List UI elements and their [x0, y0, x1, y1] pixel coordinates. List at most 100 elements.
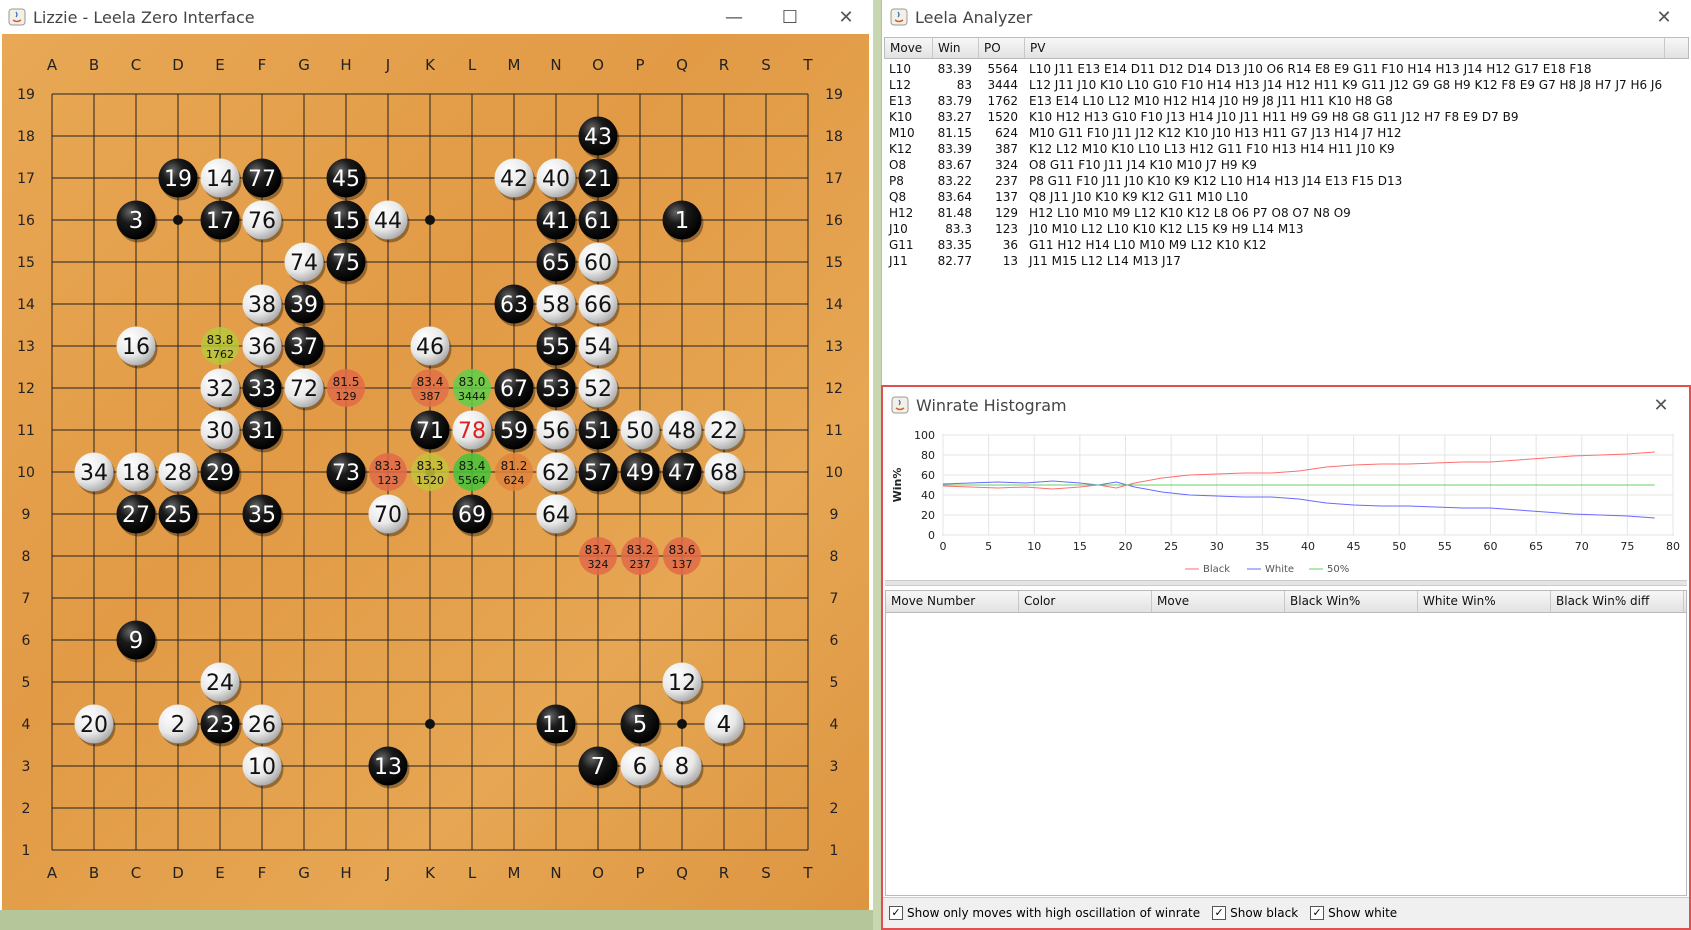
table-cell: 1762	[987, 94, 1018, 108]
table-cell: 83.22	[937, 174, 972, 188]
column-header[interactable]: Black Win%	[1285, 591, 1418, 612]
move-number: 7	[591, 754, 606, 780]
move-number: 40	[542, 167, 570, 192]
table-row[interactable]: L10 83.39 5564 L10 J11 E13 E14 D11 D12 D14 …	[884, 61, 1689, 77]
legend-label: Black	[1203, 564, 1230, 575]
move-number: 22	[710, 419, 738, 444]
show-white-checkbox[interactable]: ✓ Show white	[1310, 906, 1397, 920]
star-point	[425, 719, 435, 729]
table-row[interactable]: M10 81.15 624 M10 G11 F10 J11 J12 K12 K10 J…	[884, 125, 1689, 141]
table-row[interactable]: H12 81.48 129 H12 L10 M10 M9 L12 K10 K12 L8…	[884, 205, 1689, 221]
white-stone: 42	[494, 158, 536, 201]
move-number: 45	[332, 167, 360, 192]
table-row[interactable]: K10 83.27 1520 K10 H12 H13 G10 F10 J13 H14 …	[884, 109, 1689, 125]
show-black-checkbox[interactable]: ✓ Show black	[1212, 906, 1298, 920]
move-number: 71	[416, 419, 444, 444]
white-stone: 40	[536, 158, 578, 201]
move-number: 51	[584, 419, 612, 444]
column-header[interactable]: White Win%	[1418, 591, 1551, 612]
table-row[interactable]: E13 83.79 1762 E13 E14 L10 L12 M10 H12 H14 …	[884, 93, 1689, 109]
board-canvas[interactable]: AABBCCDDEEFFGGHHJJKKLLMMNNOOPPQQRRSSTT19…	[2, 34, 869, 910]
table-row[interactable]: L12 83 3444 L12 J11 J10 K10 L10 G10 F10 H14…	[884, 77, 1689, 93]
black-stone: 61	[578, 200, 620, 243]
move-number: 8	[675, 754, 690, 780]
white-stone: 70	[368, 494, 410, 537]
close-button[interactable]: ✕	[1633, 388, 1689, 422]
column-header[interactable]: PO	[979, 38, 1025, 58]
candidate-winrate: 83.7	[585, 543, 612, 557]
window-title: Leela Analyzer	[915, 7, 1033, 27]
move-number: 16	[122, 335, 150, 360]
row-label: 9	[22, 507, 31, 523]
history-table[interactable]: Move Number Color Move Black Win% White Win%…	[885, 590, 1687, 896]
white-stone: 22	[704, 410, 746, 453]
move-number: 6	[633, 754, 648, 780]
white-stone: 20	[74, 704, 116, 747]
move-number: 52	[584, 377, 612, 402]
column-header[interactable]: Black Win% diff	[1551, 591, 1684, 612]
column-header[interactable]: PV	[1025, 38, 1665, 58]
col-label: H	[340, 864, 351, 882]
row-label: 7	[830, 591, 839, 607]
close-button[interactable]: ✕	[818, 0, 874, 34]
move-number: 56	[542, 419, 570, 444]
table-cell: 387	[995, 142, 1018, 156]
white-stone: 8	[662, 746, 704, 789]
move-number: 64	[542, 503, 570, 528]
move-number: 46	[416, 335, 444, 360]
x-tick-label: 65	[1529, 540, 1543, 553]
column-header[interactable]: Move	[885, 38, 933, 58]
white-stone: 78	[452, 410, 494, 453]
black-stone: 51	[578, 410, 620, 453]
move-number: 77	[248, 167, 276, 192]
table-row[interactable]: J11 82.77 13 J11 M15 L12 L14 M13 J17	[884, 253, 1689, 269]
window-title: Lizzie - Leela Zero Interface	[33, 7, 255, 27]
maximize-button[interactable]: ☐	[762, 0, 818, 34]
move-number: 5	[633, 712, 648, 738]
move-number: 13	[374, 755, 402, 780]
minimize-button[interactable]: —	[706, 0, 762, 34]
col-label: Q	[676, 56, 688, 74]
histogram-titlebar[interactable]: Winrate Histogram ✕	[883, 387, 1689, 423]
go-board[interactable]: A A B B C C D D E E F F G G H H J J K K L L M M N N O O P P Q Q R R S S T T 19…	[2, 34, 869, 930]
analyzer-titlebar[interactable]: Leela Analyzer ✕	[882, 0, 1691, 34]
white-stone: 30	[200, 410, 242, 453]
table-row[interactable]: K12 83.39 387 K12 L12 M10 K10 L10 L13 H12 G…	[884, 141, 1689, 157]
table-cell: P8	[889, 174, 904, 188]
table-row[interactable]: J10 83.3 123 J10 M10 L12 L10 K10 K12 L15 K9…	[884, 221, 1689, 237]
col-label: F	[258, 864, 267, 882]
osc-checkbox[interactable]: ✓ Show only moves with high oscillation o…	[889, 906, 1200, 920]
column-header[interactable]: Color	[1019, 591, 1152, 612]
column-header[interactable]: Move	[1152, 591, 1285, 612]
col-label: D	[172, 56, 184, 74]
split-divider[interactable]	[885, 580, 1687, 586]
candidate-winrate: 83.3	[417, 459, 444, 473]
col-label: K	[425, 56, 436, 74]
col-label: O	[592, 56, 604, 74]
table-cell: 123	[995, 222, 1018, 236]
check-icon: ✓	[1310, 906, 1325, 920]
move-number: 12	[668, 671, 696, 696]
x-tick-label: 80	[1666, 540, 1680, 553]
close-button[interactable]: ✕	[1636, 0, 1691, 34]
white-stone: 46	[410, 326, 452, 369]
move-number: 74	[290, 251, 318, 276]
table-cell: 36	[1002, 238, 1018, 252]
table-row[interactable]: G11 83.35 36 G11 H12 H14 L10 M10 M9 L12 K10…	[884, 237, 1689, 253]
candidate-playouts: 137	[672, 558, 693, 571]
col-label: B	[89, 56, 99, 74]
table-row[interactable]: Q8 83.64 137 Q8 J11 J10 K10 K9 K12 G11 M10 …	[884, 189, 1689, 205]
candidate-playouts: 5564	[458, 474, 486, 487]
x-tick-label: 40	[1301, 540, 1315, 553]
move-number: 49	[626, 461, 654, 486]
column-header[interactable]: Win	[933, 38, 979, 58]
table-row[interactable]: O8 83.67 324 O8 G11 F10 J11 J14 K10 M10 J7 …	[884, 157, 1689, 173]
lizzie-titlebar[interactable]: Lizzie - Leela Zero Interface — ☐ ✕	[0, 0, 873, 34]
y-axis-label: Win%	[891, 468, 904, 503]
table-row[interactable]: P8 83.22 237 P8 G11 F10 J11 J10 K10 K9 K12 …	[884, 173, 1689, 189]
x-tick-label: 25	[1164, 540, 1178, 553]
window-title: Winrate Histogram	[916, 395, 1067, 415]
white-stone: 26	[242, 704, 284, 747]
move-number: 23	[206, 713, 234, 738]
column-header[interactable]: Move Number	[886, 591, 1019, 612]
